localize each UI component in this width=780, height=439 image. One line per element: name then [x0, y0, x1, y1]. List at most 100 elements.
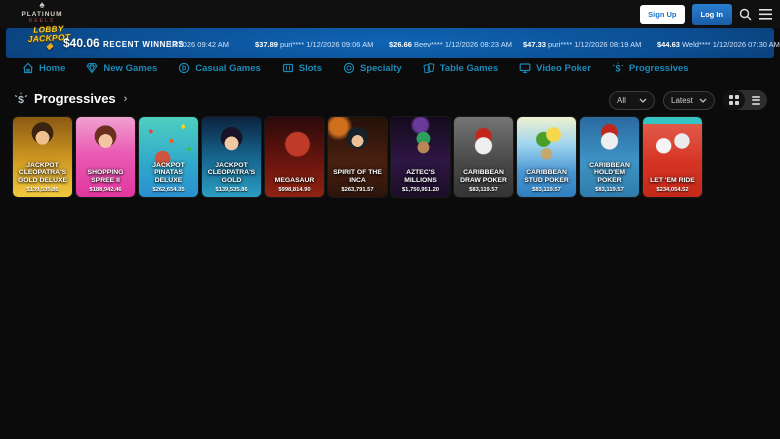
winner-entry: /12/2026 09:42 AM — [164, 40, 229, 49]
game-card-megasaur[interactable]: Megasaur $998,814.90 — [265, 117, 324, 197]
game-card-jackpot-pinatas-deluxe[interactable]: Jackpot Pinatas Deluxe $262,654.35 — [139, 117, 198, 197]
nav-label: Video Poker — [536, 62, 591, 74]
lobby-jackpot-amount: $40.06 — [63, 36, 100, 50]
winner-name: Beev**** — [413, 40, 443, 49]
game-title: Caribbean Draw Poker — [460, 169, 507, 184]
game-card-shopping-spree-ii[interactable]: Shopping Spree II $188,942.46 — [76, 117, 135, 197]
category-filter-dropdown[interactable]: All — [609, 90, 655, 110]
winner-time: 1/12/2026 08:23 AM — [444, 40, 512, 49]
view-toggle — [723, 90, 767, 110]
svg-text:$: $ — [615, 64, 620, 74]
category-filter-value: All — [617, 95, 626, 105]
game-title: Caribbean Hold'em Poker — [589, 161, 630, 184]
game-jackpot-amount: $139,535.86 — [215, 187, 248, 193]
progressives-section-icon: $ — [14, 92, 28, 106]
nav-label: Table Games — [439, 62, 499, 74]
game-card-caribbean-holdem-poker[interactable]: Caribbean Hold'em Poker $83,119.57 — [580, 117, 639, 197]
specialty-icon — [343, 62, 355, 74]
page-title: Progressives — [34, 91, 116, 106]
main-nav: Home New Games Casual Games Slots Specia… — [22, 62, 689, 74]
chevron-down-icon — [699, 98, 707, 103]
winner-amount: $37.89 — [255, 40, 278, 49]
svg-text:$: $ — [18, 94, 24, 106]
nav-label: Home — [39, 62, 66, 74]
nav-item-progressives[interactable]: $ Progressives — [612, 62, 689, 74]
progressives-icon: $ — [612, 62, 624, 74]
nav-item-new-games[interactable]: New Games — [86, 62, 157, 74]
brand-sub: REELS — [28, 17, 56, 24]
winner-name: puri**** — [547, 40, 573, 49]
game-card-spirit-of-the-inca[interactable]: Spirit of the Inca $263,791.57 — [328, 117, 387, 197]
gem-icon — [86, 62, 99, 74]
game-jackpot-amount: $83,119.57 — [532, 187, 561, 193]
spade-icon: ♠ — [39, 0, 45, 11]
game-title: Jackpot Cleopatra's Gold — [207, 161, 256, 184]
sort-filter-value: Latest — [671, 95, 693, 105]
cards-icon — [423, 63, 435, 74]
game-jackpot-amount: $83,119.57 — [469, 187, 498, 193]
chevron-right-icon[interactable]: › — [124, 93, 128, 105]
login-button[interactable]: Log In — [691, 3, 732, 25]
nav-label: Specialty — [360, 62, 402, 74]
nav-item-home[interactable]: Home — [22, 62, 65, 74]
video-poker-icon — [519, 63, 531, 74]
winner-name: puri**** — [279, 40, 305, 49]
game-title: Let 'Em Ride — [650, 176, 695, 184]
game-title: Shopping Spree II — [87, 169, 124, 184]
winner-time: /12/2026 09:42 AM — [166, 40, 229, 49]
winner-name: Weld**** — [681, 40, 711, 49]
game-card-jackpot-cleopatras-gold[interactable]: Jackpot Cleopatra's Gold $139,535.86 — [202, 117, 261, 197]
progressives-section-header[interactable]: $ Progressives › — [14, 91, 127, 106]
game-jackpot-amount: $139,535.86 — [26, 187, 59, 193]
search-icon[interactable] — [739, 8, 752, 21]
winner-entry: $47.33 puri**** 1/12/2026 08:19 AM — [523, 40, 641, 49]
game-card-aztecs-millions[interactable]: Aztec's Millions $1,750,951.20 — [391, 117, 450, 197]
nav-item-video-poker[interactable]: Video Poker — [519, 62, 591, 74]
casual-games-icon — [179, 62, 190, 74]
slots-icon — [282, 63, 293, 73]
chevron-down-icon — [639, 98, 647, 103]
game-jackpot-amount: $188,942.46 — [89, 187, 122, 193]
sort-filter-dropdown[interactable]: Latest — [663, 90, 715, 110]
jackpot-ticker-bar: LOBBY JACKPOT ◆ $40.06 RECENT WINNERS /1… — [6, 24, 780, 58]
nav-label: Progressives — [628, 62, 689, 74]
game-title: Aztec's Millions — [404, 169, 437, 184]
game-title: Jackpot Pinatas Deluxe — [152, 161, 185, 184]
game-card-caribbean-draw-poker[interactable]: Caribbean Draw Poker $83,119.57 — [454, 117, 513, 197]
game-jackpot-amount: $263,791.57 — [341, 187, 374, 193]
nav-label: Casual Games — [195, 62, 261, 74]
progressives-game-grid: Jackpot Cleopatra's Gold Deluxe $139,535… — [13, 117, 702, 197]
winner-time: 1/12/2026 08:19 AM — [574, 40, 642, 49]
game-jackpot-amount: $234,054.52 — [656, 187, 689, 193]
game-card-caribbean-stud-poker[interactable]: Caribbean Stud Poker $83,119.57 — [517, 117, 576, 197]
list-icon — [752, 95, 760, 105]
nav-item-casual-games[interactable]: Casual Games — [178, 62, 261, 74]
winner-entry: $26.66 Beev**** 1/12/2026 08:23 AM — [389, 40, 512, 49]
menu-icon[interactable] — [759, 8, 772, 20]
winner-time: 1/12/2026 09:06 AM — [306, 40, 374, 49]
nav-label: Slots — [298, 62, 322, 74]
nav-item-table-games[interactable]: Table Games — [423, 62, 498, 74]
game-title: Caribbean Stud Poker — [524, 169, 569, 184]
grid-icon — [729, 95, 739, 105]
winner-amount: $47.33 — [523, 40, 546, 49]
winner-time: 1/12/2026 07:30 AM — [712, 40, 780, 49]
nav-item-slots[interactable]: Slots — [282, 62, 322, 74]
list-view-button[interactable] — [745, 90, 767, 110]
home-icon — [23, 62, 33, 74]
game-card-jackpot-cleopatras-gold-deluxe[interactable]: Jackpot Cleopatra's Gold Deluxe $139,535… — [13, 117, 72, 197]
game-jackpot-amount: $83,119.57 — [595, 187, 624, 193]
filter-controls: All Latest — [609, 90, 767, 110]
nav-label: New Games — [103, 62, 158, 74]
winner-amount: $44.63 — [657, 40, 680, 49]
game-title: Spirit of the Inca — [333, 169, 382, 184]
grid-view-button[interactable] — [723, 90, 745, 110]
game-title: Jackpot Cleopatra's Gold Deluxe — [17, 161, 68, 184]
winner-entry: $37.89 puri**** 1/12/2026 09:06 AM — [255, 40, 373, 49]
winner-entry: $44.63 Weld**** 1/12/2026 07:30 AM — [657, 40, 780, 49]
casino-logo[interactable]: ♠ PLATINUM REELS — [16, 1, 68, 24]
game-card-let-em-ride[interactable]: Let 'Em Ride $234,054.52 — [643, 117, 702, 197]
signup-button[interactable]: Sign Up — [640, 4, 685, 24]
game-jackpot-amount: $1,750,951.20 — [401, 187, 440, 193]
nav-item-specialty[interactable]: Specialty — [343, 62, 402, 74]
